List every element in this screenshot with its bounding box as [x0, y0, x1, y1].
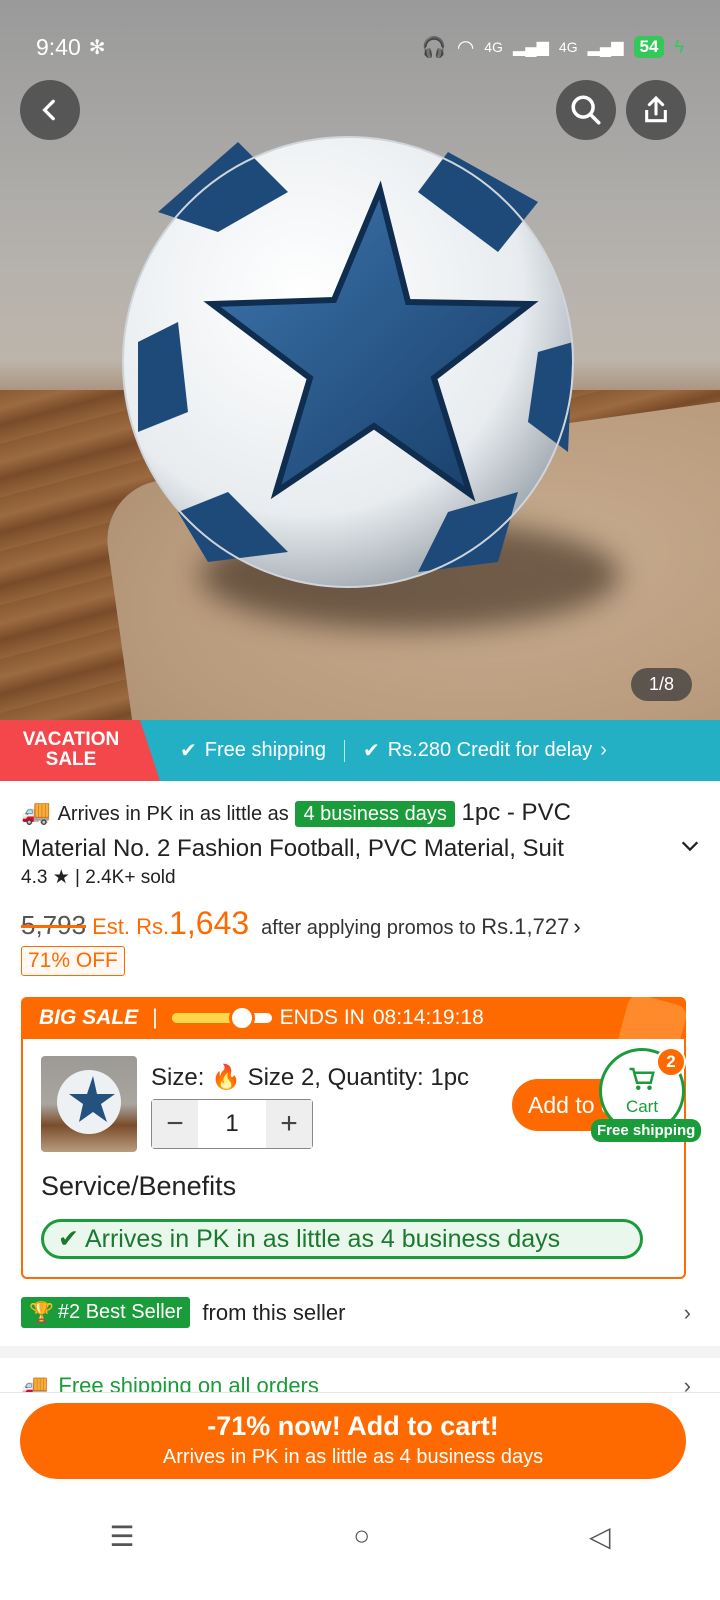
free-shipping-all-text: Free shipping on all orders	[58, 1373, 319, 1393]
chevron-down-icon	[681, 841, 699, 852]
free-shipping-all-row[interactable]: 🚚 Free shipping on all orders ›	[21, 1373, 691, 1393]
signal-icon: ▂▄▆	[512, 39, 549, 56]
headphones-icon: 🎧	[421, 36, 447, 59]
expand-title-button[interactable]	[679, 835, 701, 863]
arrives-prefix: Arrives in PK in as little as	[57, 803, 289, 825]
decrement-button[interactable]: −	[152, 1100, 198, 1148]
cta-sub-text: Arrives in PK in as little as 4 business…	[162, 1446, 544, 1468]
cart-count-badge: 2	[656, 1047, 686, 1077]
image-pager: 1/8	[630, 668, 692, 701]
cart-label: Cart	[625, 1097, 659, 1116]
flame-icon: 🔥	[211, 1064, 241, 1091]
search-icon	[571, 95, 601, 125]
chevron-right-icon: ›	[573, 914, 581, 939]
countdown-timer: 08:14:19:18	[372, 1006, 484, 1029]
status-time: 9:40	[36, 33, 81, 60]
check-icon: ✔	[58, 1225, 79, 1253]
share-icon	[645, 95, 667, 123]
promo-note: after applying promos to Rs.1,727	[261, 914, 569, 940]
ends-in-label: ENDS IN	[279, 1006, 365, 1029]
service-benefits-title: Service/Benefits	[41, 1171, 237, 1201]
sale-label: SALE	[45, 749, 97, 770]
add-to-cart-cta[interactable]: -71% now! Add to cart! Arrives in PK in …	[20, 1403, 686, 1479]
big-sale-label: BIG SALE	[39, 1006, 139, 1029]
chevron-left-icon	[42, 99, 55, 121]
increment-button[interactable]: +	[266, 1100, 312, 1148]
variant-thumbnail[interactable]	[41, 1056, 137, 1152]
system-nav-bar: ☰ ○ ◁	[0, 1506, 720, 1566]
sale-decoration-icon	[615, 997, 686, 1039]
after-price: Rs.1,727	[481, 914, 570, 939]
original-price: 5,793	[21, 910, 87, 940]
wifi-icon: ◠	[456, 36, 475, 59]
check-icon: ✔	[362, 740, 380, 762]
product-title-start: 1pc - PVC	[461, 799, 571, 826]
product-image-carousel[interactable]: 9:40 ✻ 🎧 ◠ 4G ▂▄▆ 4G ▂▄▆ 54 ϟ 1/8	[0, 0, 720, 720]
sale-progress-bar	[171, 1005, 272, 1031]
check-icon: ✔	[180, 740, 197, 762]
delivery-truck-icon: 🚚	[21, 1373, 49, 1393]
product-title-block[interactable]: 🚚 Arrives in PK in as little as 4 busine…	[21, 795, 701, 862]
price-row[interactable]: 5,793 Est. Rs.1,643 after applying promo…	[21, 905, 711, 942]
rating-value: 4.3	[21, 867, 48, 888]
free-shipping-item: ✔ Free shipping	[180, 738, 326, 763]
business-days-badge: 4 business days	[295, 801, 455, 827]
chevron-right-icon: ›	[683, 1373, 691, 1393]
free-shipping-text: Free shipping	[204, 739, 326, 761]
service-pill-text: Arrives in PK in as little as 4 business…	[84, 1224, 561, 1253]
clock-icon	[228, 1005, 255, 1031]
product-title-line2: Material No. 2 Fashion Football, PVC Mat…	[21, 835, 564, 862]
credit-item[interactable]: ✔ Rs.280 Credit for delay ›	[363, 738, 607, 763]
football-image	[122, 136, 574, 588]
est-price-value: 1,643	[169, 905, 250, 941]
header-divider: |	[152, 1006, 158, 1029]
product-title-line1: 🚚 Arrives in PK in as little as 4 busine…	[21, 795, 701, 832]
credit-text: Rs.280 Credit for delay	[387, 739, 593, 761]
star-icon: ★	[52, 867, 70, 888]
status-bar: 9:40 ✻ 🎧 ◠ 4G ▂▄▆ 4G ▂▄▆ 54 ϟ	[36, 30, 684, 64]
back-button[interactable]	[20, 80, 80, 140]
home-nav-button[interactable]: ○	[353, 1520, 370, 1552]
section-divider	[0, 1346, 720, 1358]
size-value: Size 2, Quantity: 1pc	[247, 1064, 470, 1091]
cta-main-text: -71% now! Add to cart!	[207, 1411, 499, 1441]
quantity-stepper[interactable]: − 1 +	[151, 1099, 313, 1149]
after-text: after applying promos to	[261, 917, 476, 939]
size-label: Size:	[151, 1064, 205, 1091]
chevron-right-icon: ›	[683, 1299, 691, 1325]
best-seller-badge: 🏆 #2 Best Seller	[21, 1297, 191, 1328]
search-button[interactable]	[556, 80, 616, 140]
signal-label-2: 4G	[558, 39, 578, 55]
trophy-icon: 🏆	[29, 1302, 54, 1324]
signal-icon-2: ▂▄▆	[587, 39, 624, 56]
cart-icon	[629, 1067, 655, 1090]
estimated-price: Est. Rs.1,643	[92, 905, 249, 942]
chevron-right-icon: ›	[600, 739, 607, 761]
charging-icon: ϟ	[674, 36, 684, 57]
free-shipping-tag: Free shipping	[591, 1119, 702, 1142]
discount-badge: 71% OFF	[21, 946, 125, 976]
signal-label-1: 4G	[484, 39, 503, 55]
menu-nav-button[interactable]: ☰	[109, 1520, 134, 1553]
big-sale-header: BIG SALE | ENDS IN 08:14:19:18	[21, 997, 686, 1039]
back-nav-button[interactable]: ◁	[589, 1520, 611, 1553]
vacation-sale-badge: VACATION SALE	[0, 720, 160, 781]
vacation-label: VACATION	[22, 729, 120, 750]
quantity-value[interactable]: 1	[198, 1100, 266, 1148]
football-thumbnail-image	[57, 1070, 121, 1134]
sold-count: 2.4K+ sold	[85, 867, 176, 888]
best-seller-text: #2 Best Seller	[57, 1301, 183, 1323]
delivery-truck-icon: 🚚	[21, 799, 51, 826]
fan-icon: ✻	[88, 36, 106, 59]
service-delivery-pill: ✔ Arrives in PK in as little as 4 busine…	[41, 1219, 643, 1259]
battery-indicator: 54	[633, 36, 665, 58]
promo-divider	[343, 739, 345, 762]
rating-row[interactable]: 4.3 ★ | 2.4K+ sold	[21, 866, 176, 889]
best-seller-row[interactable]: 🏆 #2 Best Seller from this seller ›	[21, 1297, 691, 1328]
promo-strip[interactable]: VACATION SALE ✔ Free shipping ✔ Rs.280 C…	[0, 720, 720, 781]
share-button[interactable]	[626, 80, 686, 140]
seller-text: from this seller	[202, 1299, 346, 1325]
est-label: Est. Rs.	[92, 914, 170, 939]
size-row: Size: 🔥 Size 2, Quantity: 1pc	[151, 1063, 469, 1092]
